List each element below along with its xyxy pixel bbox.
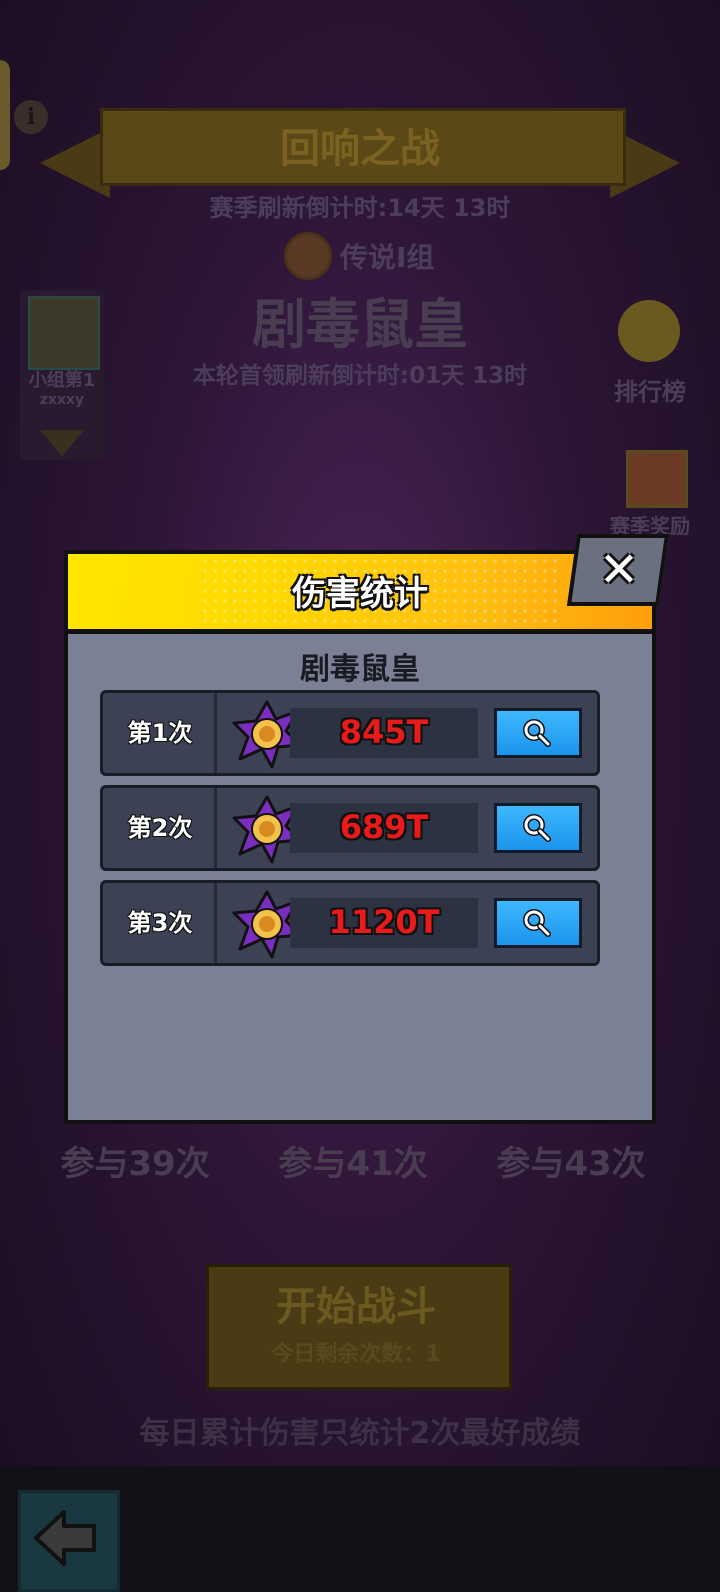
- group-user: zxxxy: [39, 392, 85, 408]
- chevron-down-icon[interactable]: [40, 430, 84, 456]
- rank-shield-icon: [284, 232, 332, 280]
- ranking-medal-icon[interactable]: [618, 300, 680, 362]
- boss-name: 剧毒鼠皇: [252, 293, 468, 356]
- dialog-title: 伤害统计: [292, 574, 428, 614]
- avatar: [28, 296, 100, 370]
- leader-countdown: 本轮首领刷新倒计时:01天 13时: [192, 363, 528, 389]
- start-battle-label: 开始战斗: [276, 1284, 436, 1330]
- row-divider: [214, 693, 217, 773]
- gift-icon[interactable]: [626, 450, 688, 508]
- side-badge[interactable]: [0, 60, 10, 170]
- daily-note: 每日累计伤害只统计2次最好成绩: [139, 1416, 581, 1451]
- participation-count: 参与39次: [60, 1144, 210, 1184]
- banner-title: 回响之战: [280, 126, 440, 172]
- ranking-label[interactable]: 排行榜: [605, 372, 695, 407]
- participation-count: 参与41次: [278, 1144, 428, 1184]
- view-detail-button[interactable]: [494, 708, 582, 758]
- row-divider: [214, 883, 217, 963]
- damage-value: 689T: [339, 808, 429, 846]
- back-arrow-icon: [34, 1510, 96, 1566]
- view-detail-button[interactable]: [494, 898, 582, 948]
- damage-value: 845T: [339, 713, 429, 751]
- attempt-label: 第2次: [127, 814, 193, 842]
- group-rank: 小组第1: [28, 370, 96, 391]
- attempt-label: 第3次: [127, 909, 193, 937]
- row-divider: [214, 788, 217, 868]
- view-detail-button[interactable]: [494, 803, 582, 853]
- remaining-attempts: 今日剩余次数：1: [271, 1342, 441, 1367]
- attempt-label: 第1次: [127, 719, 193, 747]
- damage-value: 1120T: [328, 903, 440, 941]
- season-countdown: 赛季刷新倒计时:14天 13时: [209, 194, 511, 222]
- close-button[interactable]: [566, 534, 670, 606]
- participation-count: 参与43次: [496, 1144, 646, 1184]
- group-label: 传说I组: [340, 241, 435, 274]
- boss-subtitle: 剧毒鼠皇: [300, 652, 420, 687]
